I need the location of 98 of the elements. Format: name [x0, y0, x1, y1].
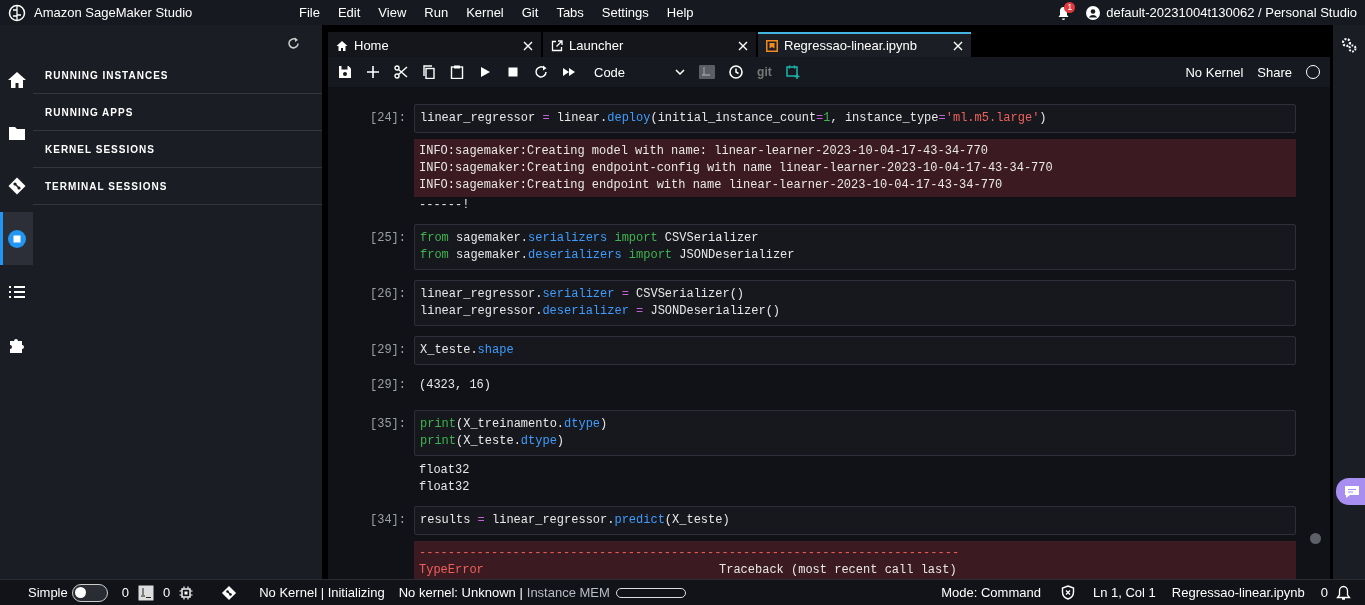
fast-forward-icon[interactable]: [562, 65, 576, 79]
calendar-add-icon[interactable]: [785, 65, 800, 79]
output-line: INFO:sagemaker:Creating model with name: linear-learner-2023-10-04-17-43-34-770: [419, 143, 989, 160]
output-line: INFO:sagemaker:Creating endpoint-config with name linear-learner-2023-10-04-17-43-34-770: [419, 160, 1054, 177]
error-rule: ---------------------------------------------------------------------------: [419, 545, 961, 562]
chip-icon[interactable]: [179, 585, 194, 600]
settings-icon[interactable]: [1341, 37, 1357, 53]
traceback-header: Traceback (most recent call last): [719, 562, 957, 579]
menu-item[interactable]: File: [290, 5, 329, 20]
code-line: linear_regressor.serializer = CSVSerializer(): [420, 286, 746, 303]
output-line: (4323, 16): [419, 377, 492, 394]
execution-count: [25]:: [369, 230, 407, 247]
user-name[interactable]: default-20231004t130062 / Personal Studio: [1106, 5, 1357, 20]
code-cell[interactable]: print(X_treinamento.dtype) print(X_teste.dtype): [414, 410, 1296, 456]
code-line: linear_regressor = linear.deploy(initial_instance_count=1, instance_type='ml.m5.large'): [420, 110, 1048, 127]
menu-item[interactable]: Git: [512, 5, 548, 20]
output-line: INFO:sagemaker:Creating endpoint with name linear-learner-2023-10-04-17-43-34-770: [419, 177, 1004, 194]
kernel-count: 0: [163, 585, 171, 600]
cell-type-dropdown[interactable]: Code: [594, 64, 686, 80]
cursor-position[interactable]: Ln 1, Col 1: [1092, 585, 1156, 600]
execution-count: [29]:: [369, 342, 407, 359]
execution-count: [26]:: [369, 286, 407, 303]
close-icon[interactable]: [953, 40, 963, 51]
execution-count: [24]:: [369, 110, 407, 127]
app-title: Amazon SageMaker Studio: [34, 5, 193, 20]
save-icon[interactable]: [338, 65, 352, 79]
home-icon: [336, 39, 348, 52]
code-line: print(X_teste.dtype): [420, 433, 566, 450]
chat-button[interactable]: [1336, 478, 1365, 505]
output-line: ------!: [419, 197, 471, 214]
code-line: results = linear_regressor.predict(X_teste): [420, 512, 731, 529]
notification-count: 0: [1320, 585, 1328, 600]
kernel-name[interactable]: No Kernel: [1185, 64, 1244, 80]
menu-item[interactable]: Edit: [328, 5, 370, 20]
section-header[interactable]: TERMINAL SESSIONS: [33, 168, 322, 205]
code-cell[interactable]: from sagemaker.serializers import CSVSerializer from sagemaker.deserializers import JSONDeserializer: [414, 224, 1296, 270]
restart-icon[interactable]: [534, 65, 548, 79]
file-name: Regressao-linear.ipynb: [1171, 585, 1305, 600]
caret-icon: [675, 69, 686, 75]
user-icon: [1086, 5, 1101, 20]
add-icon[interactable]: [366, 65, 380, 79]
section-header[interactable]: KERNEL SESSIONS: [33, 131, 322, 168]
terminal-count: 0: [121, 585, 129, 600]
cut-icon[interactable]: [394, 65, 408, 79]
refresh-icon[interactable]: [287, 36, 300, 50]
external-link-icon: [551, 39, 563, 52]
sidebar-tab-button[interactable]: [0, 212, 33, 265]
paste-icon[interactable]: [450, 65, 464, 79]
stop-circle-icon: [6, 228, 27, 249]
chat-icon: [1344, 484, 1360, 499]
code-cell[interactable]: X_teste.shape: [414, 336, 1296, 365]
kernel-info: No kernel: Unknown |: [398, 585, 523, 600]
bell-icon[interactable]: [1336, 584, 1351, 601]
execution-count: [35]:: [369, 416, 407, 433]
kernel-status[interactable]: No Kernel | Initializing: [259, 585, 385, 600]
run-icon[interactable]: [478, 65, 492, 79]
execution-count: [29]:: [369, 377, 407, 394]
copy-icon[interactable]: [422, 65, 436, 79]
error-name: TypeError: [419, 562, 485, 579]
git-button[interactable]: git: [757, 65, 772, 79]
code-line: print(X_treinamento.dtype): [420, 416, 609, 433]
code-line: from sagemaker.deserializers import JSONDeserializer: [420, 247, 796, 264]
section-header[interactable]: RUNNING APPS: [33, 94, 322, 131]
scrollbar-thumb[interactable]: [1310, 533, 1321, 544]
code-line: from sagemaker.serializers import CSVSerializer: [420, 230, 760, 247]
notebook-icon: [766, 39, 778, 52]
editor-mode[interactable]: Mode: Command: [941, 585, 1041, 600]
menu-item[interactable]: Help: [657, 5, 703, 20]
menu-item[interactable]: Settings: [592, 5, 658, 20]
stop-icon[interactable]: [506, 65, 520, 79]
code-line: X_teste.shape: [420, 342, 515, 359]
code-cell[interactable]: linear_regressor = linear.deploy(initial_instance_count=1, instance_type='ml.m5.large'): [414, 104, 1296, 133]
notification-badge: 1: [1064, 1, 1076, 13]
code-line: linear_regressor.deserializer = JSONDeserializer(): [420, 303, 782, 320]
code-cell[interactable]: results = linear_regressor.predict(X_teste): [414, 506, 1296, 535]
mode-label: Simple: [28, 585, 68, 600]
section-header[interactable]: RUNNING INSTANCES: [33, 57, 322, 94]
close-icon[interactable]: [738, 40, 748, 51]
menu-item[interactable]: Run: [415, 5, 458, 20]
memory-label: Instance MEM: [526, 585, 610, 600]
execution-count: [34]:: [369, 512, 407, 529]
menu-item[interactable]: Kernel: [457, 5, 513, 20]
menu-item[interactable]: View: [369, 5, 416, 20]
tab[interactable]: Launcher: [543, 32, 756, 57]
code-cell[interactable]: linear_regressor.serializer = CSVSerializer() linear_regressor.deserializer = JSONDeserializer(): [414, 280, 1296, 326]
output-line: float32: [419, 462, 471, 479]
terminal-icon: [138, 584, 154, 601]
terminal-icon[interactable]: [699, 65, 716, 79]
tab[interactable]: Home: [328, 32, 541, 57]
clock-icon[interactable]: [729, 65, 744, 79]
shield-x-icon[interactable]: [1060, 585, 1075, 600]
tab[interactable]: Regressao-linear.ipynb: [758, 32, 971, 57]
share-button[interactable]: Share: [1257, 64, 1292, 80]
output-line: float32: [419, 479, 471, 496]
simple-mode-toggle[interactable]: [71, 583, 108, 602]
home-icon: [6, 69, 27, 90]
menu-item[interactable]: Tabs: [547, 5, 593, 20]
close-icon[interactable]: [523, 40, 533, 51]
